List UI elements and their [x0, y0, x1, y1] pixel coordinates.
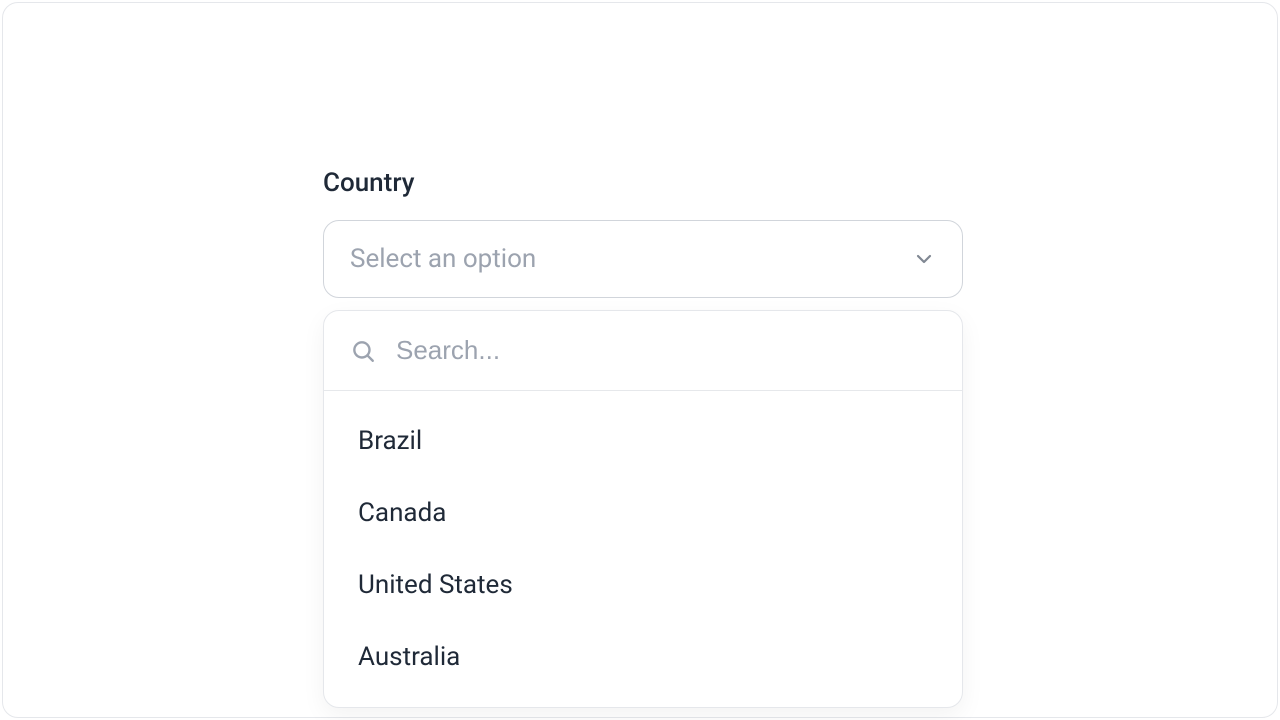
country-field: Country Select an option: [323, 168, 963, 708]
option-label: Australia: [358, 642, 460, 672]
country-select-trigger[interactable]: Select an option: [323, 220, 963, 298]
chevron-down-icon: [912, 247, 936, 271]
search-row: [324, 311, 962, 391]
option-label: Brazil: [358, 426, 422, 456]
option-brazil[interactable]: Brazil: [324, 405, 962, 477]
search-input[interactable]: [396, 335, 936, 366]
option-australia[interactable]: Australia: [324, 621, 962, 693]
option-canada[interactable]: Canada: [324, 477, 962, 549]
option-label: United States: [358, 570, 513, 600]
field-label: Country: [323, 168, 963, 198]
app-frame: Country Select an option: [2, 2, 1278, 718]
options-list: Brazil Canada United States Australia: [324, 391, 962, 707]
option-label: Canada: [358, 498, 446, 528]
option-united-states[interactable]: United States: [324, 549, 962, 621]
country-dropdown: Brazil Canada United States Australia: [323, 310, 963, 708]
select-placeholder: Select an option: [350, 244, 536, 274]
search-icon: [350, 338, 376, 364]
